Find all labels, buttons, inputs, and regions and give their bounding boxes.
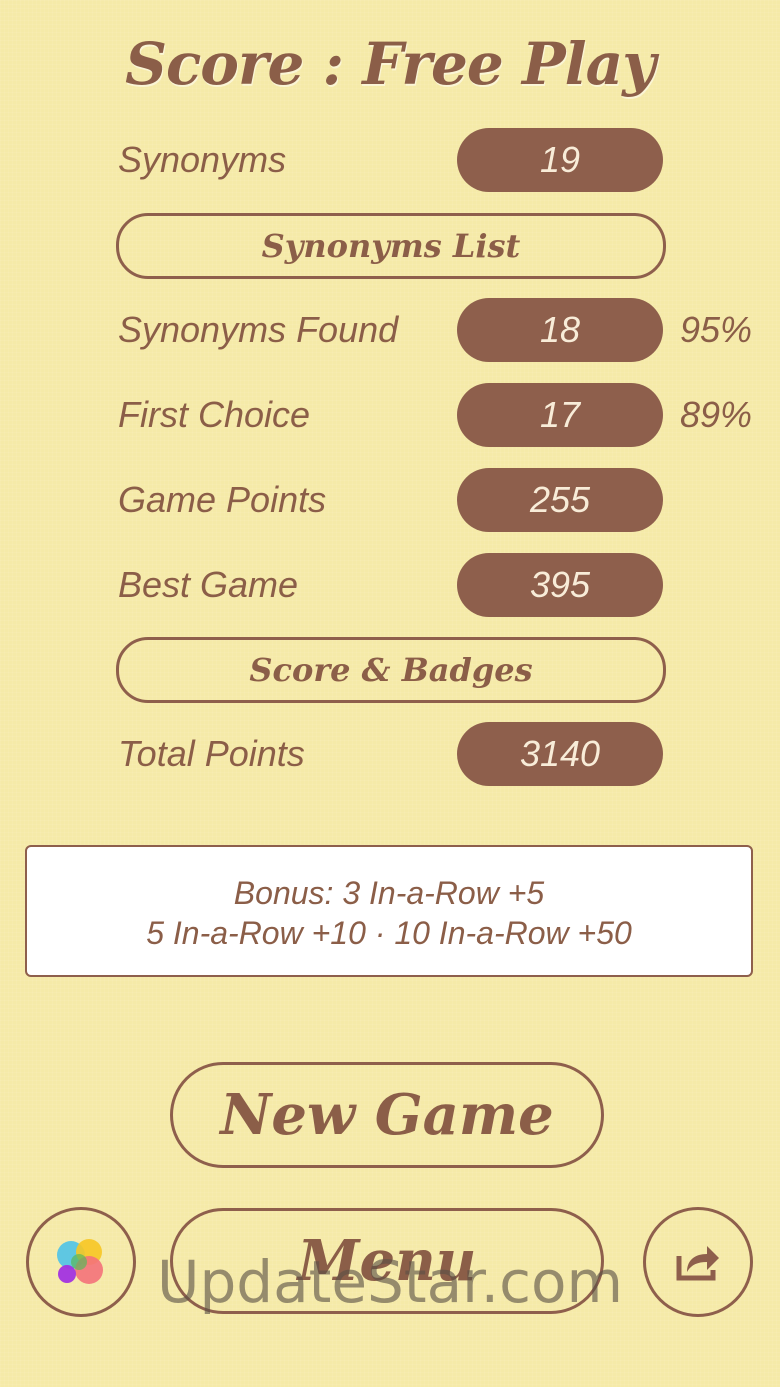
share-button[interactable] — [643, 1207, 753, 1317]
score-badges-button[interactable]: Score & Badges — [116, 637, 666, 703]
row-first-choice-label: First Choice — [118, 394, 311, 435]
bonus-line-1: Bonus: 3 In-a-Row +5 — [233, 875, 545, 911]
row-synonyms-found-label: Synonyms Found — [118, 309, 399, 350]
row-synonyms-found-value: 18 — [457, 298, 663, 362]
bonus-info-box: Bonus: 3 In-a-Row +5 5 In-a-Row +10 · 10… — [25, 845, 753, 977]
row-synonyms-label: Synonyms — [118, 139, 287, 180]
row-best-game-value: 395 — [457, 553, 663, 617]
share-icon — [676, 1246, 719, 1281]
page-title: Score : Free Play — [125, 30, 656, 98]
bonus-line-2: 5 In-a-Row +10 · 10 In-a-Row +50 — [146, 915, 632, 951]
game-center-button[interactable] — [26, 1207, 136, 1317]
row-game-points-value: 255 — [457, 468, 663, 532]
game-center-icon — [57, 1239, 103, 1284]
new-game-button[interactable]: New Game — [170, 1062, 604, 1168]
synonyms-list-button[interactable]: Synonyms List — [116, 213, 666, 279]
row-first-choice-value: 17 — [457, 383, 663, 447]
row-synonyms-value: 19 — [457, 128, 663, 192]
row-total-points-label: Total Points — [118, 733, 305, 774]
row-synonyms-found-pct: 95% — [680, 309, 753, 350]
row-game-points-label: Game Points — [118, 479, 327, 520]
row-best-game-label: Best Game — [118, 564, 299, 605]
menu-button[interactable]: Menu — [170, 1208, 604, 1314]
row-total-points-value: 3140 — [457, 722, 663, 786]
row-first-choice-pct: 89% — [680, 394, 753, 435]
